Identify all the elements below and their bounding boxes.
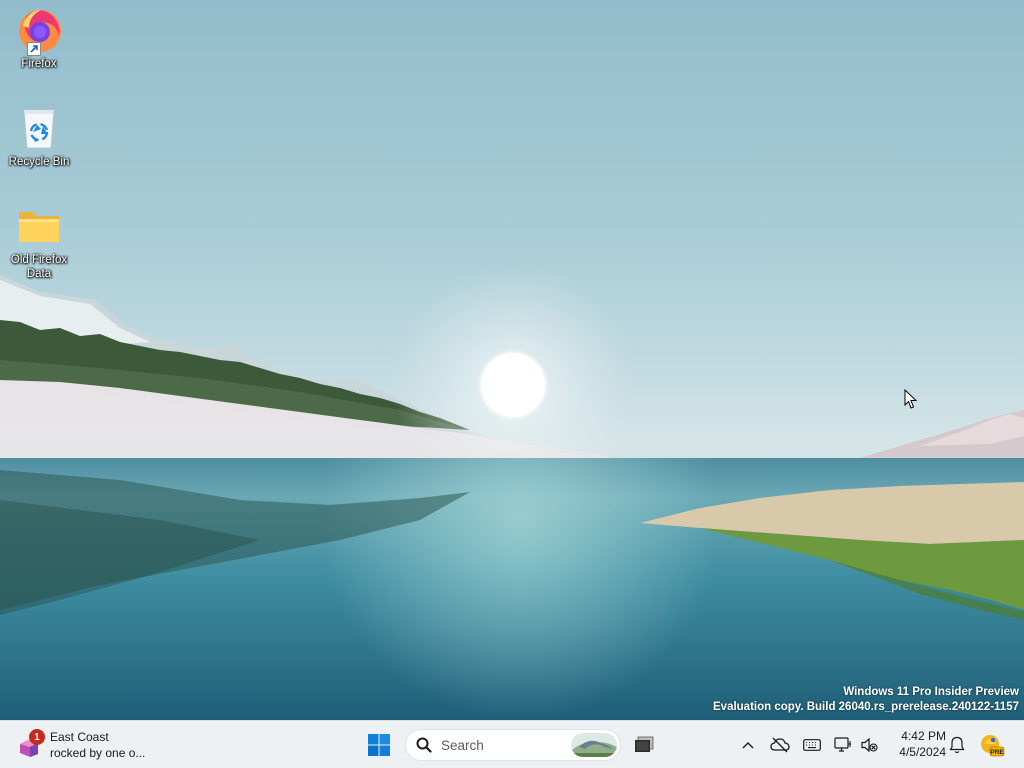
keyboard-icon: [803, 739, 821, 751]
clock-time: 4:42 PM: [901, 729, 946, 743]
search-box[interactable]: Search: [405, 729, 621, 761]
clock-date: 4/5/2024: [899, 745, 946, 759]
firefox-icon: [15, 6, 63, 56]
chevron-up-icon: [742, 742, 754, 749]
dev-badge-text: PRE: [990, 749, 1004, 756]
desktop-icon-label: Firefox: [21, 58, 57, 70]
bell-icon: [949, 736, 965, 754]
search-placeholder: Search: [441, 737, 484, 753]
show-hidden-icons-button[interactable]: [738, 721, 758, 768]
onedrive-button[interactable]: [768, 721, 792, 768]
desktop-wallpaper: [0, 0, 1024, 720]
desktop-icon-label: Old Firefox Data: [10, 254, 68, 280]
touch-keyboard-button[interactable]: [800, 721, 824, 768]
display-icon: [834, 737, 851, 752]
shortcut-arrow-icon: [27, 42, 41, 56]
widget-subtext: rocked by one o...: [50, 746, 146, 760]
widget-headline: East Coast: [50, 730, 109, 744]
news-widget-icon: 1: [12, 725, 46, 765]
search-highlight-image: [571, 733, 617, 757]
task-view-button[interactable]: [628, 729, 660, 761]
desktop-icon-label: Recycle Bin: [8, 156, 70, 168]
start-button[interactable]: [362, 725, 396, 765]
notifications-button[interactable]: [946, 721, 968, 768]
widgets-button[interactable]: 1 East Coast rocked by one o...: [12, 725, 162, 765]
network-button[interactable]: [832, 721, 854, 768]
system-clock[interactable]: 4:42 PM 4/5/2024: [886, 728, 946, 760]
task-view-icon: [635, 736, 654, 752]
folder-icon: [15, 202, 63, 250]
desktop-icon-recycle-bin[interactable]: Recycle Bin: [1, 104, 77, 169]
onedrive-paused-icon: [770, 737, 790, 753]
search-icon: [416, 737, 432, 753]
recycle-bin-icon: [15, 104, 63, 152]
dev-pre-icon: PRE: [981, 735, 1004, 757]
windows-logo-icon: [368, 734, 390, 756]
watermark-edition: Windows 11 Pro Insider Preview: [843, 686, 1019, 698]
notification-badge: 1: [29, 729, 45, 745]
volume-button[interactable]: [858, 721, 880, 768]
desktop-icon-old-firefox-data[interactable]: Old Firefox Data: [1, 202, 77, 281]
mouse-cursor-icon: [904, 389, 918, 409]
evaluation-watermark: Windows 11 Pro Insider Preview Evaluatio…: [713, 685, 1019, 715]
volume-muted-icon: [861, 737, 878, 753]
taskbar: 1 East Coast rocked by one o... Search 4…: [0, 720, 1024, 768]
desktop-icon-firefox[interactable]: Firefox: [1, 6, 77, 71]
watermark-build: Evaluation copy. Build 26040.rs_prerelea…: [713, 701, 1019, 713]
dev-home-button[interactable]: PRE: [978, 721, 1006, 768]
